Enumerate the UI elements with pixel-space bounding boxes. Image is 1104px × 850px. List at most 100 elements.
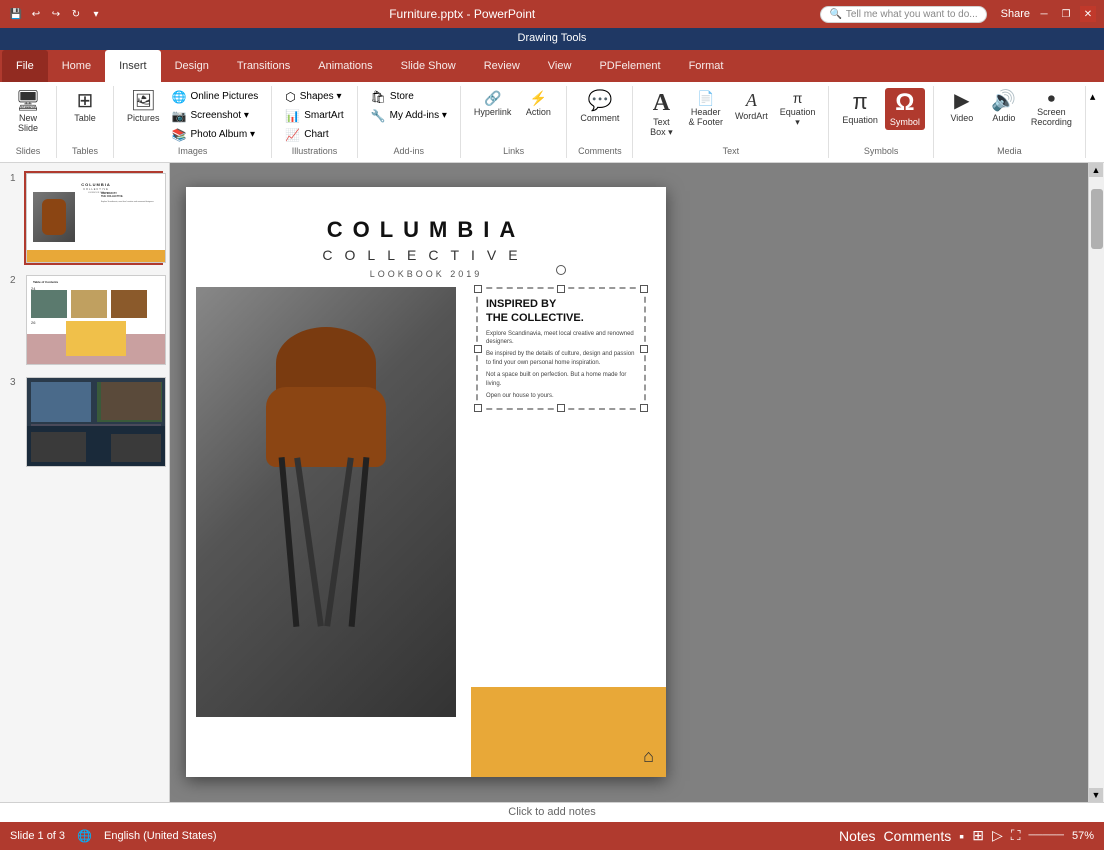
equation-symbol-icon: π	[853, 91, 868, 113]
customize-qat-icon[interactable]: ▾	[88, 6, 104, 22]
tab-home[interactable]: Home	[48, 50, 105, 82]
my-addins-icon: 🔧	[371, 109, 386, 123]
photo-album-icon: 📚	[172, 128, 187, 142]
tab-view[interactable]: View	[534, 50, 586, 82]
equation-symbol-label: Equation	[842, 115, 878, 126]
action-button[interactable]: ⚡ Action	[518, 88, 558, 121]
new-slide-label: NewSlide	[18, 113, 38, 135]
tab-format[interactable]: Format	[675, 50, 738, 82]
tab-animations[interactable]: Animations	[304, 50, 386, 82]
title-bar: 💾 ↩ ↪ ↻ ▾ Furniture.pptx - PowerPoint 🔍 …	[0, 0, 1104, 28]
comment-button[interactable]: 💬 Comment	[575, 88, 624, 127]
comments-status-button[interactable]: Comments	[884, 828, 952, 844]
tab-file[interactable]: File	[2, 50, 48, 82]
drawing-tools-bar: Drawing Tools	[0, 28, 1104, 50]
repeat-icon[interactable]: ↻	[68, 6, 84, 22]
status-right: Notes Comments ▪ ⊞ ▷ ⛶ ───── 57%	[839, 827, 1094, 844]
status-bar: Slide 1 of 3 🌐 English (United States) N…	[0, 822, 1104, 850]
view-normal-icon[interactable]: ▪	[959, 828, 964, 844]
handle-bottom-right[interactable]	[640, 404, 648, 412]
slide-thumb-1[interactable]: 1 COLUMBIA COLLECTIVE LOOKBOOK 2019 INSP…	[24, 171, 163, 265]
equation-symbol-button[interactable]: π Equation	[837, 88, 883, 129]
save-icon[interactable]: 💾	[8, 6, 24, 22]
notes-bar[interactable]: Click to add notes	[0, 802, 1104, 822]
handle-top-right[interactable]	[640, 285, 648, 293]
equation-text-button[interactable]: π Equation▾	[775, 88, 821, 132]
symbol-button[interactable]: Ω Symbol	[885, 88, 925, 131]
ribbon-expand[interactable]: ▴	[1086, 86, 1100, 158]
handle-left-mid[interactable]	[474, 345, 482, 353]
view-reading-icon[interactable]: ▷	[992, 827, 1003, 844]
tab-pdfelement[interactable]: PDFelement	[585, 50, 674, 82]
scrollbar-thumb[interactable]	[1091, 189, 1103, 249]
close-button[interactable]: ✕	[1080, 6, 1096, 22]
photo-album-button[interactable]: 📚 Photo Album ▾	[167, 126, 264, 144]
notes-status-button[interactable]: Notes	[839, 828, 876, 844]
chart-button[interactable]: 📈 Chart	[280, 126, 348, 144]
screen-recording-label: ScreenRecording	[1031, 107, 1072, 129]
table-button[interactable]: ⊞ Table	[65, 88, 105, 127]
chair-leg-4	[324, 458, 354, 627]
links-group-label: Links	[503, 144, 524, 156]
chair-leg-2	[349, 457, 370, 627]
restore-button[interactable]: ❐	[1058, 6, 1074, 22]
undo-icon[interactable]: ↩	[28, 6, 44, 22]
share-button[interactable]: Share	[1001, 8, 1030, 20]
handle-top-left[interactable]	[474, 285, 482, 293]
tab-design[interactable]: Design	[161, 50, 223, 82]
new-slide-button[interactable]: 🖥 NewSlide	[8, 88, 48, 138]
my-addins-button[interactable]: 🔧 My Add-ins ▾	[366, 107, 452, 125]
scroll-down-button[interactable]: ▼	[1089, 788, 1103, 802]
pictures-label: Pictures	[127, 113, 160, 124]
pictures-button[interactable]: 🖼 Pictures	[122, 88, 165, 127]
chart-icon: 📈	[285, 128, 300, 142]
ribbon: File Home Insert Design Transitions Anim…	[0, 50, 1104, 163]
chair-seat	[266, 387, 386, 467]
slide-thumb-3[interactable]: 3	[24, 375, 163, 469]
tell-me-bar[interactable]: 🔍 Tell me what you want to do...	[820, 6, 986, 23]
redo-icon[interactable]: ↪	[48, 6, 64, 22]
audio-button[interactable]: 🔊 Audio	[984, 88, 1024, 127]
zoom-slider[interactable]: ─────	[1029, 830, 1064, 841]
slide-text-box[interactable]: INSPIRED BYTHE COLLECTIVE. Explore Scand…	[476, 287, 646, 410]
smartart-icon: 📊	[285, 109, 300, 123]
hyperlink-button[interactable]: 🔗 Hyperlink	[469, 88, 517, 121]
handle-top-mid[interactable]	[557, 285, 565, 293]
tell-me-text: Tell me what you want to do...	[846, 9, 978, 20]
online-pictures-button[interactable]: 🌐 Online Pictures	[167, 88, 264, 106]
slide-number-2: 2	[10, 275, 16, 286]
tab-insert[interactable]: Insert	[105, 50, 161, 82]
search-icon: 🔍	[829, 9, 841, 20]
slide-canvas[interactable]: COLUMBIA COLLECTIVE LOOKBOOK 2019 ⌂	[186, 187, 666, 777]
canvas-area: COLUMBIA COLLECTIVE LOOKBOOK 2019 ⌂	[170, 163, 1088, 802]
tab-transitions[interactable]: Transitions	[223, 50, 304, 82]
screenshot-label: Screenshot ▾	[190, 110, 248, 121]
action-icon: ⚡	[530, 91, 547, 105]
scroll-up-button[interactable]: ▲	[1089, 163, 1103, 177]
right-scrollbar[interactable]: ▲ ▼	[1088, 163, 1104, 802]
ribbon-group-links: 🔗 Hyperlink ⚡ Action Links	[461, 86, 568, 158]
smartart-button[interactable]: 📊 SmartArt	[280, 107, 348, 125]
store-button[interactable]: 🛍 Store	[366, 88, 452, 106]
shapes-button[interactable]: ⬡ Shapes ▾	[280, 88, 348, 106]
slide-3-preview	[26, 377, 166, 467]
handle-bottom-mid[interactable]	[557, 404, 565, 412]
rotate-handle[interactable]	[556, 265, 566, 275]
handle-bottom-left[interactable]	[474, 404, 482, 412]
minimize-button[interactable]: ─	[1036, 6, 1052, 22]
header-footer-button[interactable]: 📄 Header& Footer	[683, 88, 728, 132]
screen-recording-button[interactable]: ⏺ ScreenRecording	[1026, 88, 1077, 132]
textbox-label: TextBox ▾	[650, 117, 673, 139]
screenshot-button[interactable]: 📷 Screenshot ▾	[167, 107, 264, 125]
tab-review[interactable]: Review	[470, 50, 534, 82]
textbox-button[interactable]: A TextBox ▾	[641, 88, 681, 142]
tab-slideshow[interactable]: Slide Show	[387, 50, 470, 82]
wordart-button[interactable]: A WordArt	[730, 88, 773, 125]
smartart-label: SmartArt	[304, 110, 343, 121]
handle-right-mid[interactable]	[640, 345, 648, 353]
slide-thumb-2[interactable]: 2 Table of Contents 24 26	[24, 273, 163, 367]
view-slidesorter-icon[interactable]: ⊞	[972, 827, 984, 844]
new-slide-icon: 🖥	[15, 91, 40, 111]
slideshow-icon[interactable]: ⛶	[1011, 827, 1021, 844]
video-button[interactable]: ▶ Video	[942, 88, 982, 127]
